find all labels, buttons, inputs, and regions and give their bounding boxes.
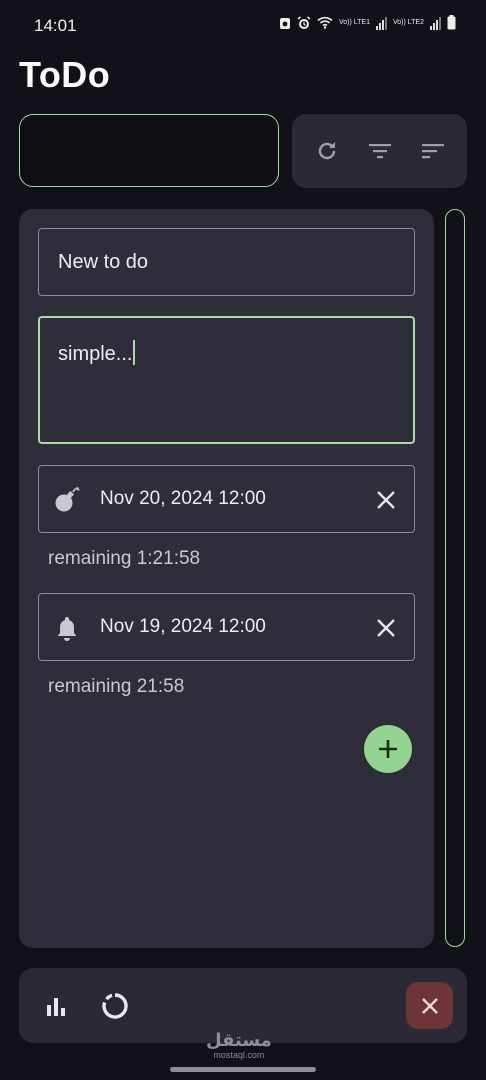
deadline-field[interactable]: Nov 20, 2024 12:00 (38, 465, 415, 533)
progress-button[interactable] (96, 987, 134, 1025)
status-time: 14:01 (34, 16, 77, 35)
status-icons: Vo)) LTE1 Vo)) LTE2 (279, 15, 456, 30)
search-input[interactable] (19, 114, 279, 187)
filter-button[interactable] (360, 131, 400, 171)
reminder-field[interactable]: Nov 19, 2024 12:00 (38, 593, 415, 661)
refresh-icon (318, 142, 335, 160)
todo-editor-panel: New to do simple... Nov 20, 2024 12:00 r… (19, 209, 434, 948)
wifi-icon (317, 16, 333, 29)
bar-chart-icon (47, 998, 65, 1016)
sort-button[interactable] (413, 131, 453, 171)
sim1-label: Vo)) LTE1 (339, 18, 370, 26)
alarm-icon (297, 15, 311, 29)
add-button[interactable] (364, 725, 412, 773)
clear-reminder-icon[interactable] (374, 616, 398, 640)
todo-title-value: New to do (58, 251, 149, 273)
bomb-icon (55, 487, 80, 512)
sim2-label: Vo)) LTE2 (393, 18, 424, 26)
filter-icon (368, 144, 391, 159)
todo-description-line: simple... (58, 340, 136, 366)
watermark-latin: mostaql.com (213, 1050, 265, 1060)
side-scrollbar[interactable] (445, 209, 465, 947)
reminder-remaining-text: remaining 21:58 (48, 676, 185, 697)
close-icon (421, 997, 438, 1014)
watermark-logo: مستقل mostaql.com (206, 1030, 272, 1060)
statistics-button[interactable] (39, 988, 75, 1024)
reminder-value: Nov 19, 2024 12:00 (100, 616, 266, 637)
cancel-button[interactable] (406, 982, 453, 1029)
deadline-value: Nov 20, 2024 12:00 (100, 488, 266, 509)
app-title: ToDo (19, 54, 111, 95)
toolbar (292, 114, 467, 188)
sort-icon (421, 144, 444, 159)
plus-icon (379, 740, 397, 758)
home-indicator[interactable] (170, 1067, 316, 1072)
text-caret (133, 340, 136, 365)
signal-icon (430, 16, 441, 30)
signal-icon (376, 16, 387, 30)
todo-description-value: simple... (58, 343, 133, 365)
clear-deadline-icon[interactable] (374, 488, 398, 512)
todo-description-field[interactable]: simple... (38, 316, 415, 444)
camera-notification-icon (280, 17, 290, 29)
todo-title-field[interactable]: New to do (38, 228, 415, 296)
deadline-remaining-text: remaining 1:21:58 (48, 548, 201, 569)
battery-icon (447, 15, 456, 30)
progress-ring-icon (102, 993, 128, 1019)
bell-icon (57, 617, 77, 641)
refresh-button[interactable] (307, 131, 347, 171)
watermark-arabic: مستقل (206, 1030, 272, 1050)
